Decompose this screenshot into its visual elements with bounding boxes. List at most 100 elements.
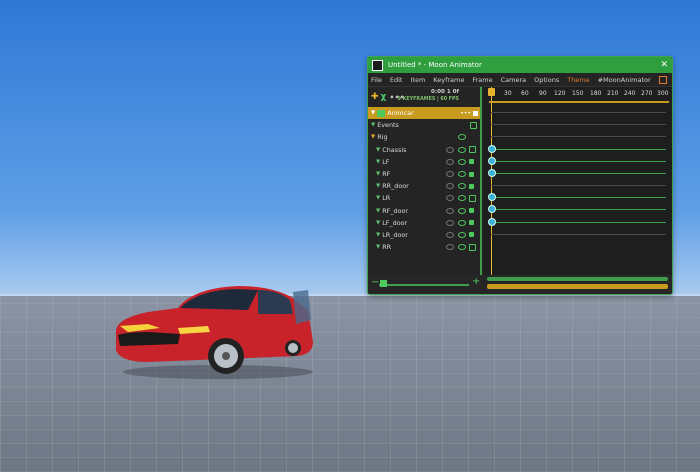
key-toggle-icon[interactable]	[469, 159, 474, 165]
hide-icon[interactable]	[446, 158, 454, 165]
menu-options[interactable]: Options	[534, 76, 559, 84]
collapse-arrow-icon[interactable]: ▼	[371, 110, 375, 116]
playhead-line[interactable]	[491, 87, 492, 287]
list-item-lf[interactable]: ▼ LF	[368, 156, 481, 168]
zoom-in-icon[interactable]: +	[472, 276, 480, 287]
collapse-arrow-icon[interactable]: ▼	[376, 244, 380, 250]
menu-bar: File Edit Item Keyframe Frame Camera Opt…	[368, 73, 672, 87]
collapse-arrow-icon[interactable]: ▼	[371, 134, 375, 140]
moon-animator-window[interactable]: Untitled * - Moon Animator ✕ File Edit I…	[367, 56, 673, 295]
key-toggle-icon[interactable]	[469, 232, 474, 238]
item-options-icon[interactable]	[473, 110, 478, 116]
hide-icon[interactable]	[446, 171, 454, 178]
menu-edit[interactable]: Edit	[390, 76, 403, 84]
eye-icon[interactable]	[458, 244, 466, 251]
frame-ruler[interactable]: 0 30 60 90 120 150 180 210 240 270 300	[484, 87, 672, 99]
list-item-rr[interactable]: ▼ RR	[368, 241, 481, 253]
eye-icon[interactable]	[458, 146, 466, 153]
curve-icon[interactable]: χ	[381, 92, 387, 102]
list-item-rr-door[interactable]: ▼ RR_door	[368, 180, 481, 192]
collapse-arrow-icon[interactable]: ▼	[376, 195, 380, 201]
hide-icon[interactable]	[446, 146, 454, 153]
hide-icon[interactable]	[446, 207, 454, 214]
eye-icon[interactable]	[458, 171, 466, 178]
eye-icon[interactable]	[458, 195, 466, 202]
keyframe-dot[interactable]	[488, 205, 496, 213]
item-label: RF_door	[382, 206, 409, 215]
item-label: Events	[377, 121, 399, 130]
hide-icon[interactable]	[446, 244, 454, 251]
list-item-events[interactable]: ▼ Events	[368, 119, 481, 131]
menu-keyframe[interactable]: Keyframe	[433, 76, 464, 84]
collapse-arrow-icon[interactable]: ▼	[376, 147, 380, 153]
tick-label: 150	[572, 90, 584, 97]
hide-icon[interactable]	[446, 195, 454, 202]
track-rr-door	[491, 173, 666, 174]
list-item-rf[interactable]: ▼ RF	[368, 168, 481, 180]
key-toggle-icon[interactable]	[469, 243, 476, 251]
eye-icon[interactable]	[458, 207, 466, 214]
eye-icon[interactable]	[458, 183, 466, 190]
collapse-arrow-icon[interactable]: ▼	[371, 122, 375, 128]
menu-camera[interactable]: Camera	[501, 76, 527, 84]
eye-icon[interactable]	[458, 158, 466, 165]
title-bar[interactable]: Untitled * - Moon Animator ✕	[368, 57, 672, 73]
key-toggle-icon[interactable]	[470, 121, 477, 129]
model-icon	[377, 109, 386, 117]
list-item-rf-door[interactable]: ▼ RF_door	[368, 205, 481, 217]
keyframe-dot[interactable]	[488, 193, 496, 201]
keyframe-dot[interactable]	[488, 157, 496, 165]
collapse-icon[interactable]	[659, 75, 667, 84]
more-icon[interactable]: •••	[460, 110, 471, 117]
timeline-range-scrollbar[interactable]	[487, 284, 668, 289]
key-toggle-icon[interactable]	[469, 220, 474, 226]
list-item-lr[interactable]: ▼ LR	[368, 192, 481, 204]
list-item-lf-door[interactable]: ▼ LF_door	[368, 217, 481, 229]
3d-viewport[interactable]: Untitled * - Moon Animator ✕ File Edit I…	[0, 0, 700, 472]
key-toggle-icon[interactable]	[469, 194, 476, 202]
keyframe-dot[interactable]	[488, 145, 496, 153]
menu-moonanimator[interactable]: #MoonAnimator	[598, 76, 651, 84]
menu-item[interactable]: Item	[410, 76, 425, 84]
key-toggle-icon[interactable]	[469, 183, 474, 189]
close-icon[interactable]: ✕	[660, 60, 668, 70]
eye-icon[interactable]	[458, 134, 466, 141]
list-item-chassis[interactable]: ▼ Chassis	[368, 144, 481, 156]
collapse-arrow-icon[interactable]: ▼	[376, 159, 380, 165]
item-label: Chassis	[382, 145, 407, 154]
list-item-animcar[interactable]: ▼ Animcar •••	[368, 107, 481, 120]
item-label: Rig	[377, 133, 388, 142]
hide-icon[interactable]	[446, 219, 454, 226]
timeline-panel[interactable]: 0 30 60 90 120 150 180 210 240 270 300	[484, 87, 672, 294]
add-icon[interactable]: ✚	[371, 92, 379, 102]
eye-icon[interactable]	[458, 219, 466, 226]
list-item-lr-door[interactable]: ▼ LR_door	[368, 229, 481, 241]
key-toggle-icon[interactable]	[469, 171, 474, 177]
timeline-scrollbar[interactable]	[487, 277, 668, 281]
red-car-model[interactable]	[108, 280, 323, 380]
collapse-arrow-icon[interactable]: ▼	[376, 220, 380, 226]
keyframe-dot[interactable]	[488, 169, 496, 177]
list-item-rig[interactable]: ▼ Rig	[368, 131, 481, 143]
hide-icon[interactable]	[446, 183, 454, 190]
zoom-out-icon[interactable]: −	[371, 277, 379, 288]
track-rr	[491, 234, 666, 235]
zoom-slider-knob[interactable]	[380, 280, 387, 287]
key-toggle-icon[interactable]	[469, 146, 476, 154]
collapse-arrow-icon[interactable]: ▼	[376, 183, 380, 189]
collapse-arrow-icon[interactable]: ▼	[376, 208, 380, 214]
toolbar: ✚ χ ••• 0:00 1 0f 9 KEYFRAMES | 60 FPS	[368, 87, 481, 107]
keyframe-dot[interactable]	[488, 218, 496, 226]
zoom-slider[interactable]	[379, 284, 469, 286]
collapse-arrow-icon[interactable]: ▼	[376, 171, 380, 177]
eye-icon[interactable]	[458, 231, 466, 238]
key-toggle-icon[interactable]	[469, 208, 474, 214]
collapse-arrow-icon[interactable]: ▼	[376, 232, 380, 238]
menu-theme[interactable]: Theme	[567, 76, 589, 84]
bottom-bar: − +	[368, 275, 672, 294]
menu-file[interactable]: File	[371, 76, 382, 84]
track-lf-door	[491, 209, 666, 210]
menu-frame[interactable]: Frame	[472, 76, 492, 84]
hide-icon[interactable]	[446, 231, 454, 238]
panel-divider[interactable]	[480, 87, 482, 294]
